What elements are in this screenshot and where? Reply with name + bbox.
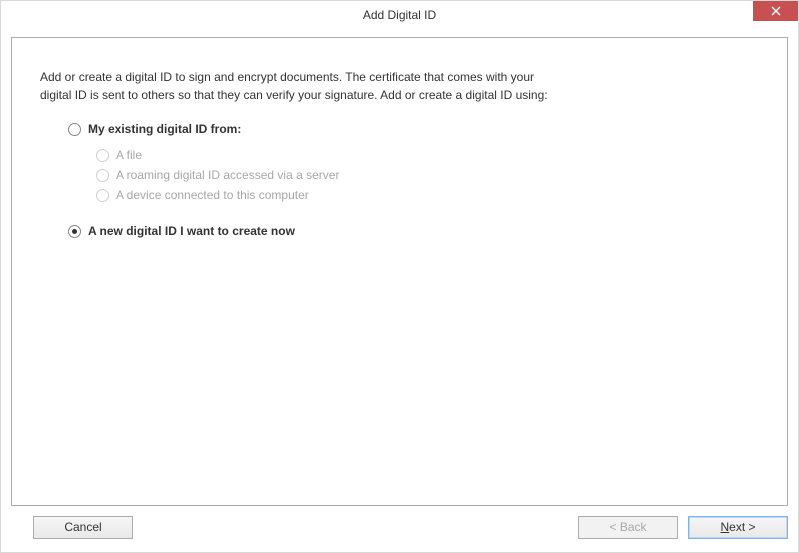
radio-label: A device connected to this computer: [116, 188, 309, 202]
intro-line-1: Add or create a digital ID to sign and e…: [40, 68, 759, 86]
next-rest: ext >: [729, 520, 755, 534]
cancel-button[interactable]: Cancel: [33, 516, 133, 539]
titlebar: Add Digital ID: [1, 1, 798, 29]
back-button: < Back: [578, 516, 678, 539]
radio-icon: [96, 149, 109, 162]
dialog-window: Add Digital ID Add or create a digital I…: [0, 0, 799, 553]
radio-existing-device: A device connected to this computer: [96, 188, 759, 202]
dialog-footer: Cancel < Back Next >: [11, 512, 788, 542]
radio-label: A roaming digital ID accessed via a serv…: [116, 168, 339, 182]
next-mnemonic: N: [720, 520, 729, 534]
radio-label: A new digital ID I want to create now: [88, 224, 295, 238]
close-icon: [771, 6, 781, 16]
radio-existing-id[interactable]: My existing digital ID from:: [68, 122, 759, 136]
close-button[interactable]: [753, 1, 798, 21]
radio-icon: [68, 123, 81, 136]
radio-existing-file: A file: [96, 148, 759, 162]
next-button[interactable]: Next >: [688, 516, 788, 539]
dialog-title: Add Digital ID: [363, 8, 436, 22]
content-area: Add or create a digital ID to sign and e…: [12, 38, 787, 270]
intro-text: Add or create a digital ID to sign and e…: [40, 68, 759, 104]
radio-label: My existing digital ID from:: [88, 122, 241, 136]
radio-existing-roaming: A roaming digital ID accessed via a serv…: [96, 168, 759, 182]
radio-icon: [96, 189, 109, 202]
radio-new-id[interactable]: A new digital ID I want to create now: [68, 224, 759, 238]
radio-icon: [96, 169, 109, 182]
intro-line-2: digital ID is sent to others so that the…: [40, 86, 759, 104]
content-frame: Add or create a digital ID to sign and e…: [11, 37, 788, 506]
radio-icon: [68, 225, 81, 238]
radio-label: A file: [116, 148, 142, 162]
